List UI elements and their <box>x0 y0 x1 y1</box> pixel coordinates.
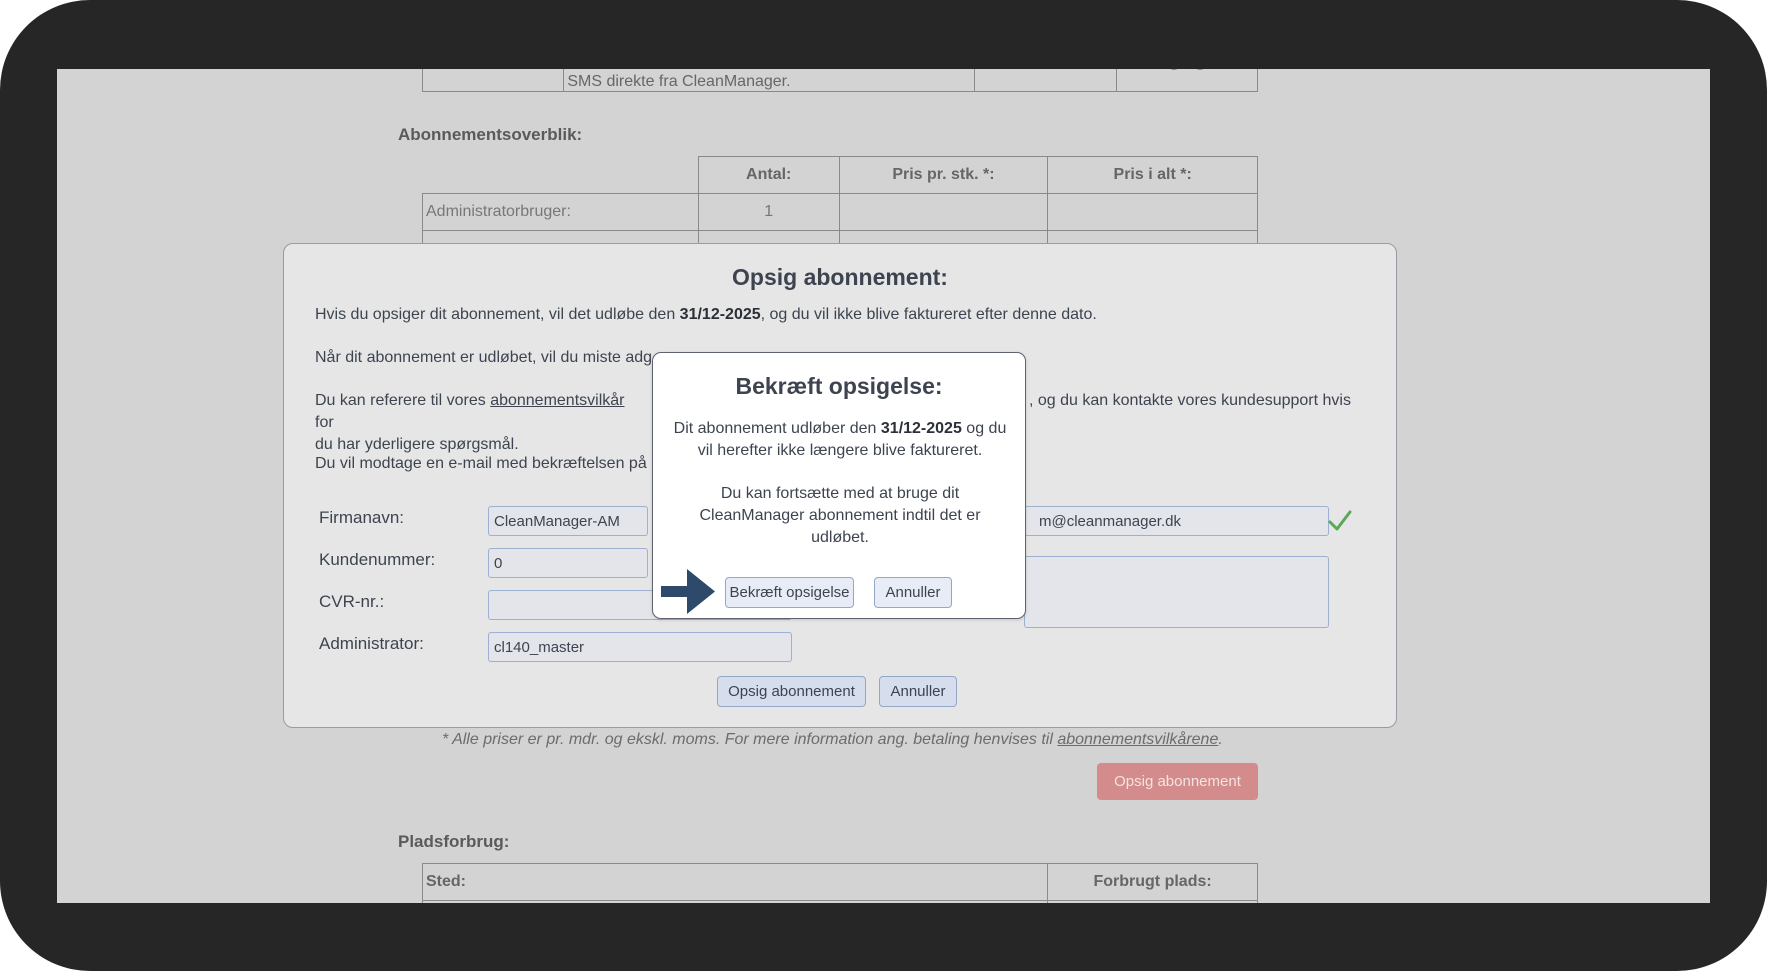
comment-textarea[interactable] <box>1024 556 1329 628</box>
header-pris-stk: Pris pr. stk. *: <box>838 156 1049 194</box>
header-forbrugt: Forbrugt plads: <box>1047 863 1258 901</box>
sms-actions <box>1115 69 1259 92</box>
opsig-abonnement-button[interactable]: Opsig abonnement <box>717 676 866 707</box>
usage-title: Pladsforbrug: <box>398 832 510 851</box>
confirm-cancellation-button[interactable]: Bekræft opsigelse <box>725 577 854 608</box>
sms-name: SMS <box>421 69 565 92</box>
header-sted: Sted: <box>421 863 1049 901</box>
table-row <box>421 900 1258 903</box>
confirm-dialog: Bekræft opsigelse: Dit abonnement udløbe… <box>652 352 1026 619</box>
modal-paragraph-terms-right: , og du kan kontakte vores kundesupport … <box>1029 392 1351 409</box>
check-icon <box>1328 510 1352 531</box>
administrator-input[interactable]: cl140_master <box>488 632 792 662</box>
administrator-label: Administrator: <box>319 634 424 653</box>
confirm-expiry-text: Dit abonnement udløber den 31/12-2025 og… <box>673 420 1007 459</box>
sms-status: Aktiveret <box>974 69 1117 92</box>
firmanavn-input[interactable]: CleanManager-AM <box>488 506 648 536</box>
modal-paragraph-terms-left: Du kan referere til vores abonnementsvil… <box>315 392 625 453</box>
screen: SMS SMS direkte fra CleanManager. Aktive… <box>57 69 1710 903</box>
kundenummer-label: Kundenummer: <box>319 550 436 569</box>
terms-link[interactable]: abonnementsvilkårene <box>1057 731 1218 748</box>
modal-cancel-button[interactable]: Annuller <box>879 676 957 707</box>
table-row: SMS SMS direkte fra CleanManager. Aktive… <box>421 69 1259 92</box>
sms-description: SMS direkte fra CleanManager. <box>563 69 976 92</box>
email-input[interactable]: m@cleanmanager.dk <box>1024 506 1329 536</box>
row-label: Administratorbruger: <box>422 193 699 231</box>
modal-paragraph-email: Du vil modtage en e-mail med bekræftelse… <box>315 455 647 472</box>
arrow-right-icon <box>661 569 715 614</box>
header-pris-alt: Pris i alt *: <box>1047 156 1258 194</box>
confirm-continue-text: Du kan fortsætte med at bruge dit CleanM… <box>699 485 981 546</box>
table-header-row: Sted: Forbrugt plads: <box>421 863 1258 901</box>
cvr-label: CVR-nr.: <box>319 592 385 611</box>
sms-table: SMS SMS direkte fra CleanManager. Aktive… <box>421 69 1259 92</box>
device-frame: SMS SMS direkte fra CleanManager. Aktive… <box>0 0 1767 971</box>
modal-title: Opsig abonnement: <box>732 264 948 290</box>
usage-table: Sted: Forbrugt plads: <box>421 863 1258 903</box>
kundenummer-input[interactable]: 0 <box>488 548 648 578</box>
confirm-title: Bekræft opsigelse: <box>735 373 943 399</box>
info-icon <box>1166 69 1181 70</box>
table-header-row: Antal: Pris pr. stk. *: Pris i alt *: <box>423 156 1258 194</box>
confirm-cancel-button[interactable]: Annuller <box>874 577 952 608</box>
toggle-icon <box>1193 69 1208 70</box>
modal-paragraph-access: Når dit abonnement er udløbet, vil du mi… <box>315 349 653 366</box>
cancel-subscription-button[interactable]: Opsig abonnement <box>1097 763 1258 800</box>
firmanavn-label: Firmanavn: <box>319 508 405 527</box>
price-footnote: * Alle priser er pr. mdr. og ekskl. moms… <box>442 731 1223 748</box>
modal-paragraph-expiry: Hvis du opsiger dit abonnement, vil det … <box>315 306 1097 323</box>
row-antal: 1 <box>697 193 840 231</box>
header-antal: Antal: <box>697 156 840 194</box>
overview-title: Abonnementsoverblik: <box>398 125 583 144</box>
subscription-terms-link[interactable]: abonnementsvilkår <box>490 392 624 409</box>
table-row: Administratorbruger: 1 <box>422 193 1258 231</box>
